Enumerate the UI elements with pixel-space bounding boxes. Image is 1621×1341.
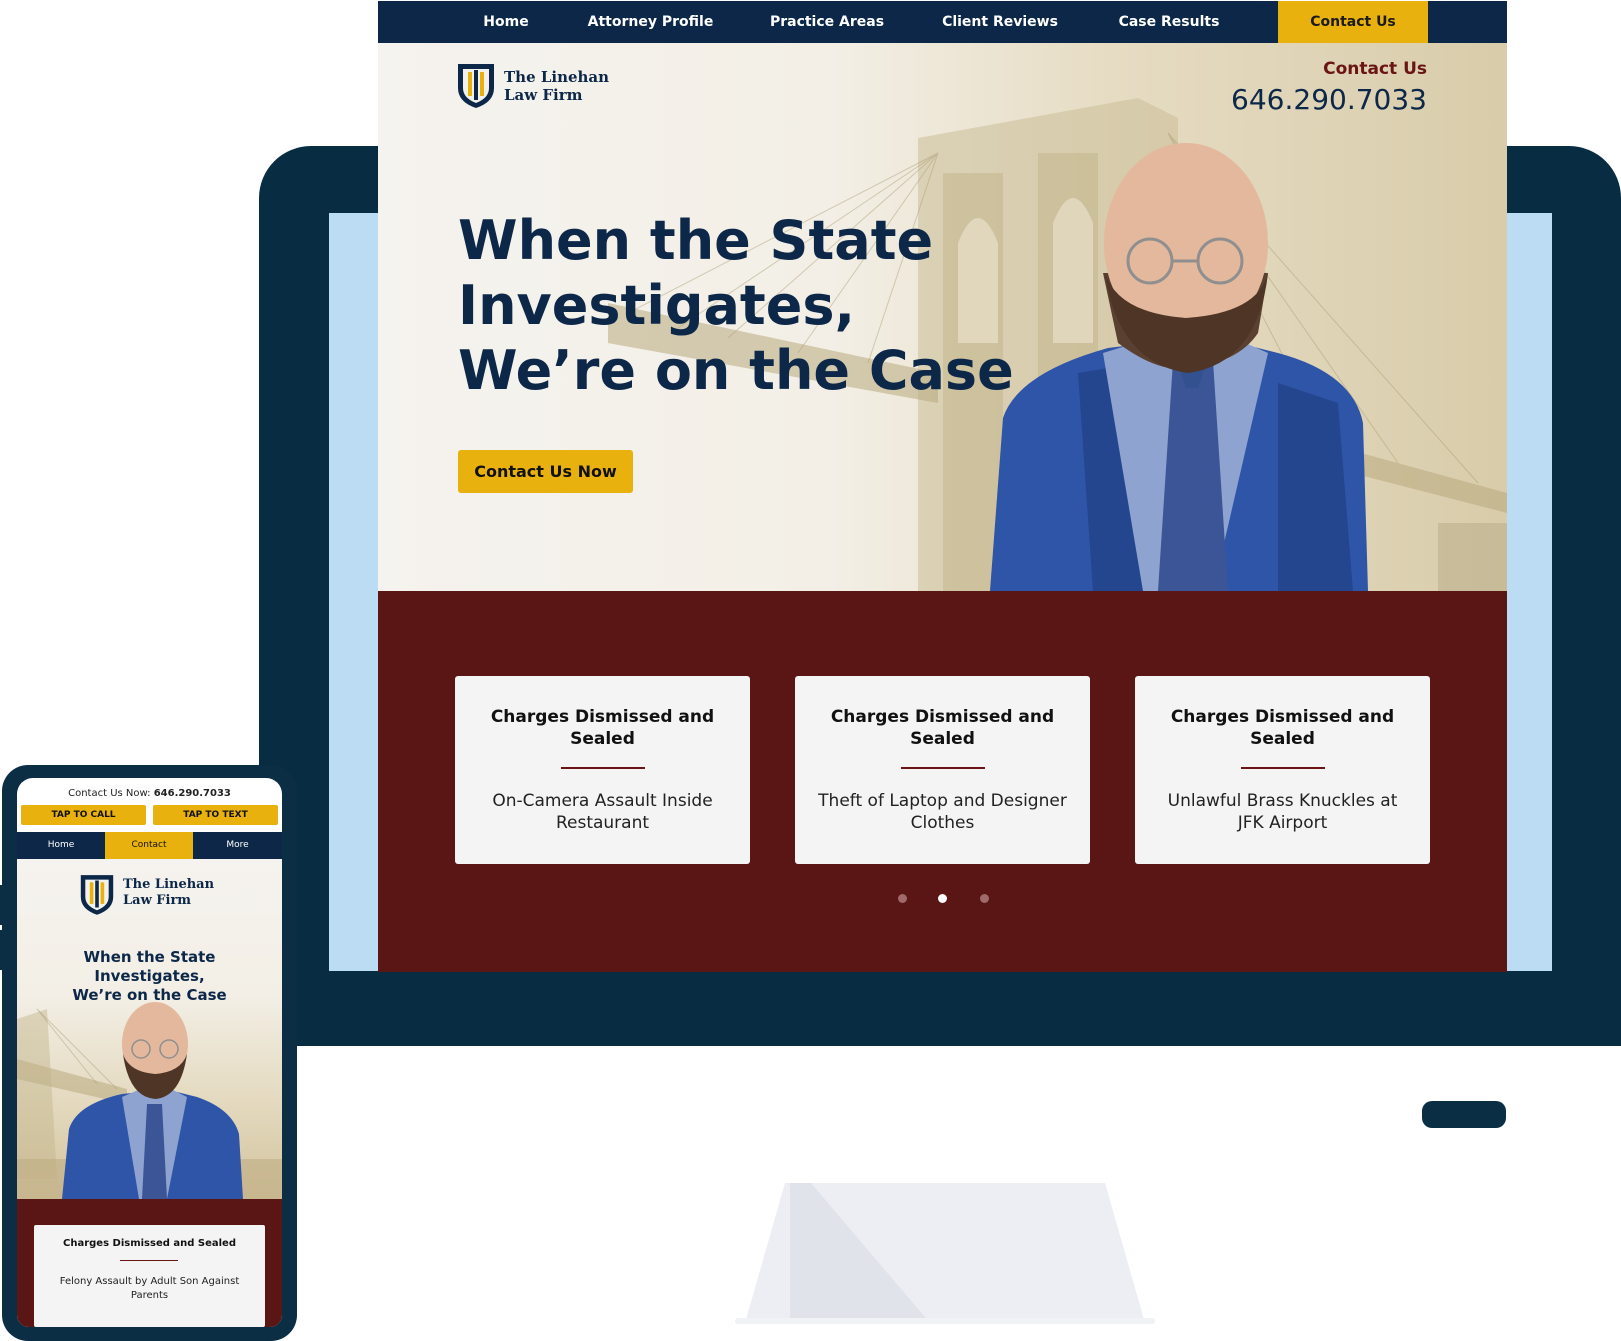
- mobile-logo-text: The Linehan Law Firm: [123, 877, 233, 909]
- mobile-nav-more[interactable]: More: [193, 832, 282, 859]
- hero-section: The Linehan Law Firm Contact Us 646.290.…: [378, 43, 1507, 591]
- nav-client-reviews[interactable]: Client Reviews: [932, 1, 1068, 43]
- mobile-shield-logo-icon: [80, 875, 114, 915]
- case-result-title: Charges Dismissed and Sealed: [1170, 707, 1395, 749]
- shield-logo-icon: [458, 64, 494, 108]
- case-result-card[interactable]: Charges Dismissed and Sealed Theft of La…: [795, 676, 1090, 864]
- mobile-case-result-description: Felony Assault by Adult Son Against Pare…: [59, 1276, 240, 1301]
- case-result-description: On-Camera Assault Inside Restaurant: [492, 791, 713, 833]
- nav-contact-us[interactable]: Contact Us: [1278, 1, 1428, 43]
- mobile-firm-logo[interactable]: The Linehan Law Firm: [79, 871, 229, 919]
- mobile-hero-section: The Linehan Law Firm When the State Inve…: [17, 859, 282, 1199]
- case-result-title: Charges Dismissed and Sealed: [830, 707, 1055, 749]
- logo-line-2: Law Firm: [504, 86, 583, 104]
- contact-us-now-button[interactable]: Contact Us Now: [458, 450, 633, 493]
- tap-to-call-button[interactable]: TAP TO CALL: [21, 805, 146, 825]
- mobile-hero-headline: When the State Investigates, We’re on th…: [27, 948, 272, 1005]
- case-result-card[interactable]: Charges Dismissed and Sealed On-Camera A…: [455, 676, 750, 864]
- phone-side-button: [0, 930, 4, 970]
- carousel-dot-3[interactable]: [980, 894, 989, 903]
- mobile-logo-line-1: The Linehan: [123, 877, 215, 892]
- case-result-divider: [1241, 767, 1325, 769]
- headline-line-3: We’re on the Case: [458, 339, 1014, 402]
- case-result-title: Charges Dismissed and Sealed: [490, 707, 715, 749]
- mobile-headline-line-1: When the State Investigates,: [83, 948, 216, 985]
- mobile-nav-contact[interactable]: Contact: [105, 832, 193, 859]
- logo-line-1: The Linehan: [504, 68, 610, 86]
- monitor-power-button: [1422, 1101, 1506, 1128]
- carousel-dot-2[interactable]: [938, 894, 947, 903]
- case-result-divider: [901, 767, 985, 769]
- case-result-card[interactable]: Charges Dismissed and Sealed Unlawful Br…: [1135, 676, 1430, 864]
- monitor-chin: [259, 1046, 1621, 1206]
- case-result-description: Theft of Laptop and Designer Clothes: [818, 791, 1067, 833]
- tap-to-text-button[interactable]: TAP TO TEXT: [153, 805, 278, 825]
- logo-text: The Linehan Law Firm: [504, 68, 614, 104]
- carousel-dot-1[interactable]: [898, 894, 907, 903]
- header-phone-number[interactable]: 646.290.7033: [1231, 83, 1427, 116]
- case-result-divider: [561, 767, 645, 769]
- mobile-case-result-title: Charges Dismissed and Sealed: [63, 1238, 236, 1249]
- nav-home[interactable]: Home: [463, 1, 549, 43]
- mobile-nav-home[interactable]: Home: [17, 832, 105, 859]
- mobile-case-results-section: Charges Dismissed and Sealed Felony Assa…: [17, 1199, 282, 1327]
- case-results-section: Charges Dismissed and Sealed On-Camera A…: [378, 591, 1507, 972]
- mobile-website: Contact Us Now: 646.290.7033 TAP TO CALL…: [17, 778, 282, 1327]
- mobile-attorney-portrait: [62, 1002, 243, 1199]
- nav-case-results[interactable]: Case Results: [1106, 1, 1232, 43]
- mobile-contact-label: Contact Us Now:: [68, 788, 151, 799]
- headline-line-1: When the State: [458, 209, 934, 272]
- mobile-headline-line-2: We’re on the Case: [72, 986, 227, 1004]
- mobile-phone-frame: Contact Us Now: 646.290.7033 TAP TO CALL…: [0, 765, 297, 1341]
- mobile-contact-line: Contact Us Now: 646.290.7033: [17, 788, 282, 799]
- mobile-navigation: Home Contact More: [17, 832, 282, 859]
- phone-side-button: [0, 885, 4, 925]
- main-navigation: Home Attorney Profile Practice Areas Cli…: [378, 1, 1507, 43]
- case-result-description: Unlawful Brass Knuckles at JFK Airport: [1167, 791, 1398, 833]
- headline-line-2: Investigates,: [458, 274, 856, 337]
- nav-attorney-profile[interactable]: Attorney Profile: [578, 1, 723, 43]
- mobile-case-result-card[interactable]: Charges Dismissed and Sealed Felony Assa…: [34, 1225, 265, 1327]
- nav-practice-areas[interactable]: Practice Areas: [760, 1, 894, 43]
- header-contact-label: Contact Us: [1323, 59, 1427, 79]
- firm-logo[interactable]: The Linehan Law Firm: [456, 60, 609, 115]
- monitor-stand-base: [735, 1318, 1155, 1324]
- hero-headline: When the State Investigates, We’re on th…: [458, 208, 1018, 403]
- mobile-case-result-divider: [120, 1260, 178, 1261]
- desktop-website: Home Attorney Profile Practice Areas Cli…: [378, 1, 1507, 972]
- mobile-logo-line-2: Law Firm: [123, 893, 192, 908]
- mobile-phone-number[interactable]: 646.290.7033: [154, 788, 231, 799]
